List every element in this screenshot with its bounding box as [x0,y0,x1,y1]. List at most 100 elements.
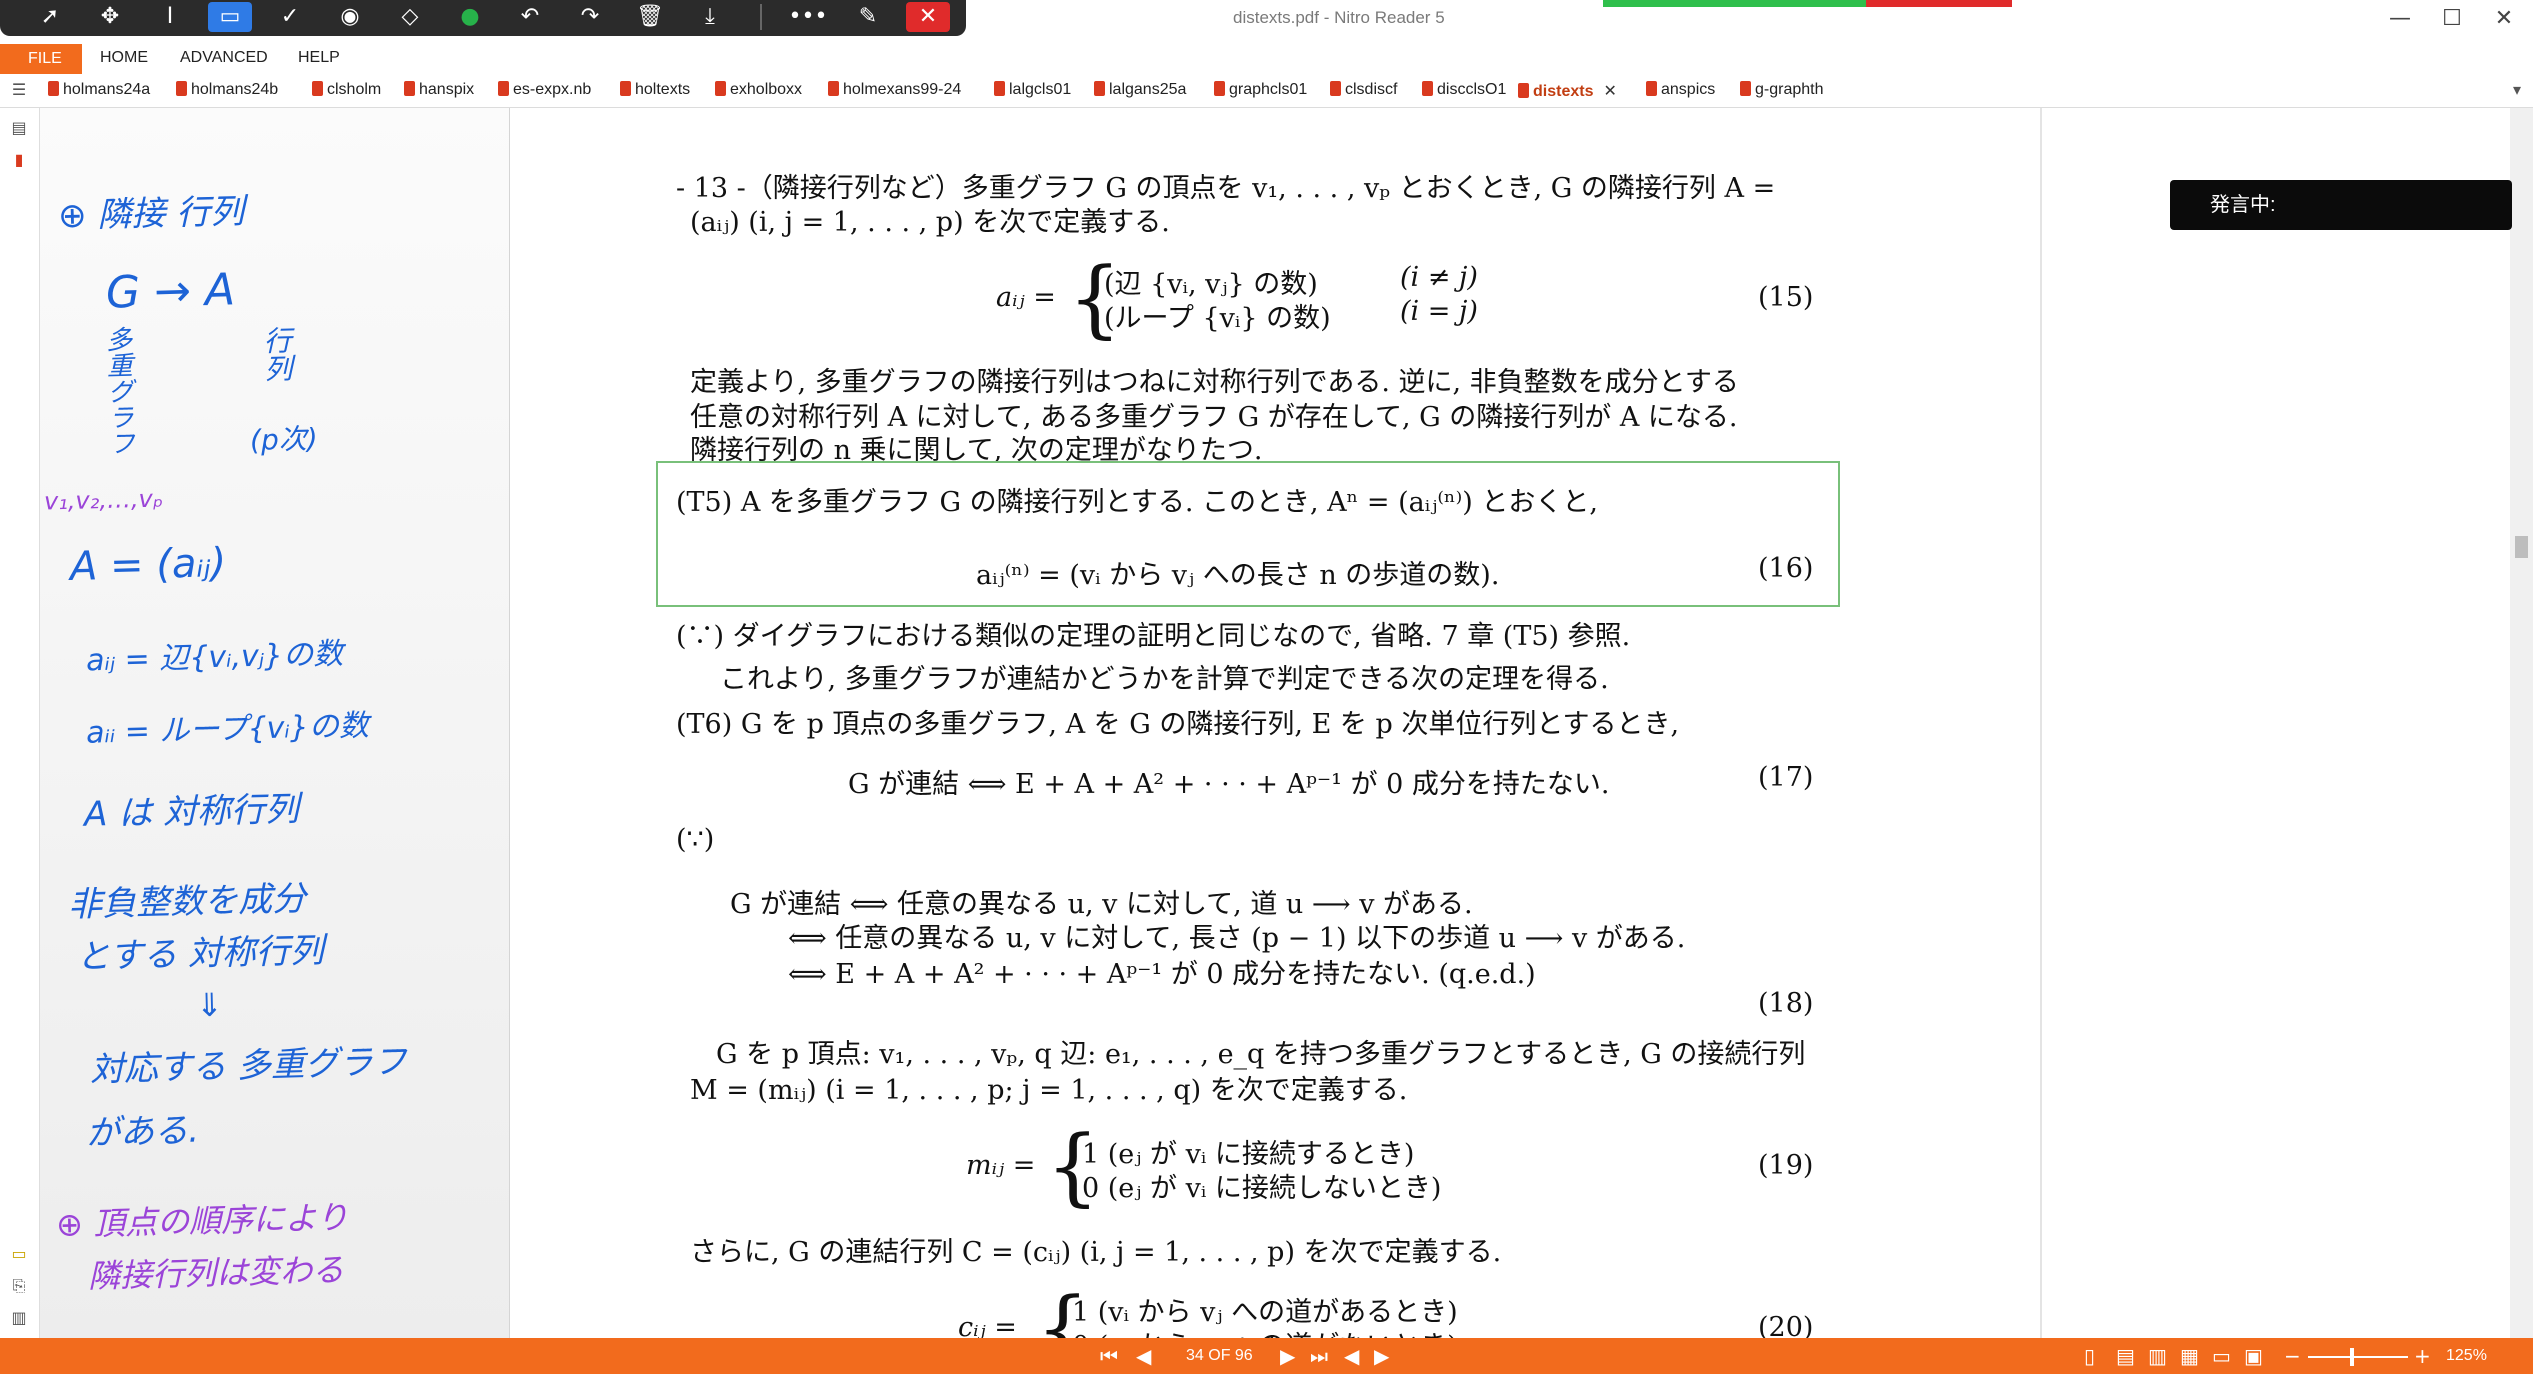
tab-holmexans99-24[interactable]: holmexans99-24 [828,81,961,103]
document-tab-bar: ☰ holmans24a holmans24b clsholm hanspix … [0,74,2533,108]
pdf-icon [715,81,726,96]
forward-view-icon[interactable]: ▶ [1374,1344,1389,1368]
next-page-icon[interactable]: ▶ [1280,1344,1295,1368]
minimize-icon[interactable]: — [2380,3,2420,35]
note-line: とする 対称行列 [75,930,325,978]
close-toolbar-icon[interactable]: ✕ [906,2,950,32]
tab-hanspix[interactable]: hanspix [404,81,474,103]
tab-label: exholboxx [730,81,803,98]
select-arrow-icon[interactable]: ➚ [28,2,72,32]
tab-holmans24a[interactable]: holmans24a [48,81,150,103]
eq20-number: (20) [1758,1312,1814,1338]
pan-icon[interactable]: ✥ [88,2,132,32]
previous-page-icon[interactable]: ◀ [1136,1344,1151,1368]
tab-list-icon[interactable]: ☰ [8,80,30,102]
tab-clsdiscf[interactable]: clsdiscf [1330,81,1397,103]
zoom-level[interactable]: 125% [2446,1347,2487,1365]
undo-icon[interactable]: ↶ [508,2,552,32]
tab-lalgcls01[interactable]: lalgcls01 [994,81,1071,103]
color-dot-icon[interactable]: ● [448,2,492,32]
bookmarks-icon[interactable]: ▮ [8,150,30,172]
tab-holtexts[interactable]: holtexts [620,81,690,103]
fit-width-icon[interactable]: ▭ [2212,1344,2231,1368]
tab-label: graphcls01 [1229,81,1308,98]
note-line: ⊕ 隣接 行列 [57,191,245,237]
pdf-icon [312,81,323,96]
more-icon[interactable]: ••• [786,2,830,32]
tab-distexts[interactable]: distexts ✕ [1518,81,1617,103]
pdf-icon [828,81,839,96]
tab-exholboxx[interactable]: exholboxx [715,81,802,103]
tab-label: discclsO1 [1437,81,1507,98]
eq20-row2: 0 (vᵢ から vⱼ への道がないとき) [1072,1324,1458,1338]
doc-line: G を p 頂点: v₁, . . . , vₚ, q 辺: e₁, . . .… [716,1039,1806,1070]
rectangle-icon[interactable]: ▭ [208,2,252,32]
eraser-icon[interactable]: ◇ [388,2,432,32]
zoom-slider-track[interactable] [2308,1356,2408,1358]
redo-icon[interactable]: ↷ [568,2,612,32]
tab-label: holmexans99-24 [843,81,962,98]
doc-line: (aᵢⱼ) (i, j = 1, . . . , p) を次で定義する. [690,207,1170,238]
zoom-slider-knob[interactable] [2350,1348,2354,1366]
note-line: A = (aᵢⱼ) [69,539,227,591]
proof-line: ⟺ E + A + A² + · · · + Aᵖ⁻¹ が 0 成分を持たない.… [788,959,1536,990]
first-page-icon[interactable]: ⏮ [1100,1344,1118,1368]
tab-clsholm[interactable]: clsholm [312,81,381,103]
tab-label: anspics [1661,81,1716,98]
layers-icon[interactable]: ▥ [8,1308,30,1330]
doc-line: M = (mᵢⱼ) (i = 1, . . . , p; j = 1, . . … [690,1075,1408,1106]
attachments-icon[interactable]: ⎘ [8,1276,30,1298]
page-indicator[interactable]: 34 OF 96 [1186,1347,1253,1365]
facing-continuous-view-icon[interactable]: ▦ [2180,1344,2199,1368]
last-page-icon[interactable]: ⏭ [1310,1344,1328,1368]
tab-anspics[interactable]: anspics [1646,81,1715,103]
eq15-cond2: (i = j) [1400,296,1478,327]
status-bar: ⏮ ◀ 34 OF 96 ▶ ⏭ ◀ ▶ ▯ ▤ ▥ ▦ ▭ ▣ − + 125… [0,1338,2533,1374]
note-line: 行列 [259,325,294,383]
scrollbar-thumb[interactable] [2515,536,2528,558]
continuous-view-icon[interactable]: ▤ [2116,1344,2135,1368]
tab-graphcls01[interactable]: graphcls01 [1214,81,1307,103]
eq20-clip: cᵢⱼ = { 1 (vᵢ から vⱼ への道があるとき) 0 (vᵢ から v… [510,1270,1910,1338]
tab-label: g-graphth [1755,81,1824,98]
back-view-icon[interactable]: ◀ [1344,1344,1359,1368]
tab-label: holtexts [635,81,691,98]
facing-view-icon[interactable]: ▥ [2148,1344,2167,1368]
menu-help[interactable]: HELP [298,49,340,67]
pdf-icon [1214,81,1225,96]
menu-advanced[interactable]: ADVANCED [180,49,268,67]
stamp-icon[interactable]: ◉ [328,2,372,32]
tab-holmans24b[interactable]: holmans24b [176,81,278,103]
single-page-view-icon[interactable]: ▯ [2084,1344,2095,1368]
note-line: aᵢᵢ = ループ{vᵢ}の数 [85,708,370,751]
comments-icon[interactable]: ▭ [8,1244,30,1266]
vertical-scrollbar[interactable] [2510,108,2533,1338]
maximize-icon[interactable]: ☐ [2432,3,2472,35]
menu-file[interactable]: FILE [0,44,82,74]
fit-page-icon[interactable]: ▣ [2244,1344,2263,1368]
menu-home[interactable]: HOME [100,49,148,67]
zoom-out-icon[interactable]: − [2284,1344,2301,1368]
tab-discclsO1[interactable]: discclsO1 [1422,81,1506,103]
eq20-lhs: cᵢⱼ = [958,1312,1017,1338]
note-line: 非負整数を成分 [67,878,307,926]
trash-icon[interactable]: 🗑 [628,2,672,32]
t5-statement: (T5) A を多重グラフ G の隣接行列とする. このとき, Aⁿ = (aᵢ… [676,487,1598,518]
check-icon[interactable]: ✓ [268,2,312,32]
text-cursor-icon[interactable]: I [148,2,192,32]
zoom-in-icon[interactable]: + [2414,1344,2431,1368]
thumbnails-icon[interactable]: ▤ [8,118,30,140]
tab-es-expx[interactable]: es-expx.nb [498,81,591,103]
close-tab-icon[interactable]: ✕ [1603,83,1616,100]
note-line: A は 対称行列 [83,789,300,835]
tab-label: lalgcls01 [1009,81,1072,98]
tab-overflow-chevron-icon[interactable]: ▾ [2506,80,2528,102]
eq15-row2: (ループ {vᵢ} の数) [1104,303,1331,334]
close-icon[interactable]: ✕ [2484,3,2524,35]
download-icon[interactable]: ⤓ [688,2,732,32]
pen-settings-icon[interactable]: ✎ [846,2,890,32]
pdf-icon [1330,81,1341,96]
tab-g-graphth[interactable]: g-graphth [1740,81,1824,103]
handwritten-notes-panel: ⊕ 隣接 行列 G → A 多重グラフ 行列 (p次) v₁,v₂,…,vₚ A… [40,108,510,1338]
tab-lalgans25a[interactable]: lalgans25a [1094,81,1186,103]
